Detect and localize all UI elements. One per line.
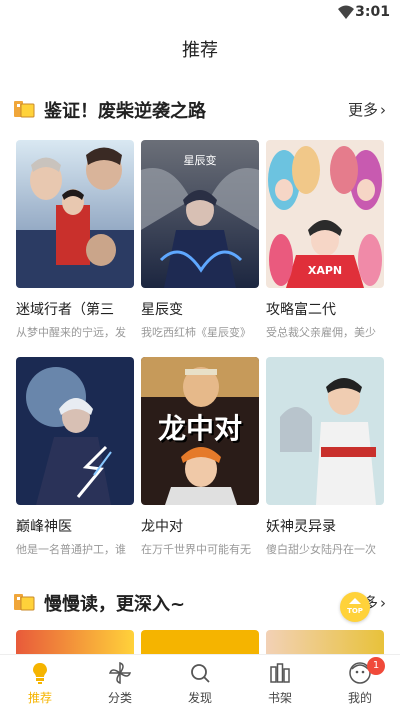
pinwheel-icon [108,661,132,685]
books-icon [14,101,35,118]
comic-title: 妖神灵异录 [266,519,336,535]
section-title: 慢慢读，更深入~ [44,594,186,615]
tab-profile[interactable]: 1 我的 [320,655,400,710]
comic-description: 从梦中醒来的宁远，发 [16,326,126,339]
chevron-right-icon: › [380,594,386,612]
comic-card[interactable]: XAPN 攻略富二代 受总裁父亲雇佣，美少 [266,140,384,340]
comic-description: 在万千世界中可能有无 [141,543,251,556]
page-title: 推荐 [182,40,218,61]
comic-card[interactable]: 星辰变 星辰变 我吃西红柿《星辰变》 [141,140,259,340]
comic-title: 星辰变 [141,302,183,318]
cover-text: 龙中对 [157,412,242,445]
comic-cover[interactable]: 星辰变 [141,140,259,288]
comic-cover[interactable] [16,630,134,654]
comic-description: 我吃西红柿《星辰变》 [141,326,251,339]
comic-title: 巅峰神医 [16,519,72,535]
bottom-tab-bar: 推荐 分类 发现 书架 1 我的 [0,654,400,710]
comic-cover[interactable]: 龙中对 [141,357,259,505]
bulb-icon [33,663,47,684]
shelf-icon [270,663,290,683]
tab-bookshelf[interactable]: 书架 [240,655,320,710]
arrow-up-icon [349,598,361,604]
section-title: 鉴证！废柴逆袭之路 [44,101,206,122]
comic-title: 攻略富二代 [266,302,336,318]
tab-recommend[interactable]: 推荐 [0,655,80,710]
search-icon [191,664,210,683]
comic-cover[interactable] [141,630,259,654]
notification-badge: 1 [367,657,385,675]
comic-description: 傻白甜少女陆丹在一次 [266,543,376,556]
comic-card[interactable]: 巅峰神医 他是一名普通护工，谁 [16,357,134,557]
back-to-top-button[interactable]: TOP [340,592,370,622]
comic-card[interactable]: 龙中对 龙中对 在万千世界中可能有无 [141,357,259,557]
status-bar: 3:01 [0,0,400,26]
cover-text: 星辰变 [183,154,217,167]
comic-title: 龙中对 [141,519,183,535]
comic-card[interactable]: 迷域行者（第三 从梦中醒来的宁远，发 [16,140,134,340]
tab-discover[interactable]: 发现 [160,655,240,710]
more-link[interactable]: 更多› [348,99,386,120]
clock: 3:01 [355,4,390,20]
comic-cover[interactable] [266,357,384,505]
chevron-right-icon: › [380,101,386,119]
comic-cover[interactable] [16,357,134,505]
books-icon [14,594,35,611]
comic-cover[interactable] [266,630,384,654]
comic-grid-partial [16,630,386,654]
comic-description: 他是一名普通护工，谁 [16,543,126,556]
comic-cover[interactable] [16,140,134,288]
comic-title: 迷域行者（第三 [16,302,114,318]
cover-text: XAPN [307,264,343,277]
section-header-2: 慢慢读，更深入~ 更多› [14,588,386,616]
tab-category[interactable]: 分类 [80,655,160,710]
comic-description: 受总裁父亲雇佣，美少 [266,326,376,339]
comic-cover[interactable]: XAPN [266,140,384,288]
section-header-1: 鉴证！废柴逆袭之路 更多 › [14,95,386,123]
comic-card[interactable]: 妖神灵异录 傻白甜少女陆丹在一次 [266,357,384,557]
wifi-icon [338,5,354,19]
